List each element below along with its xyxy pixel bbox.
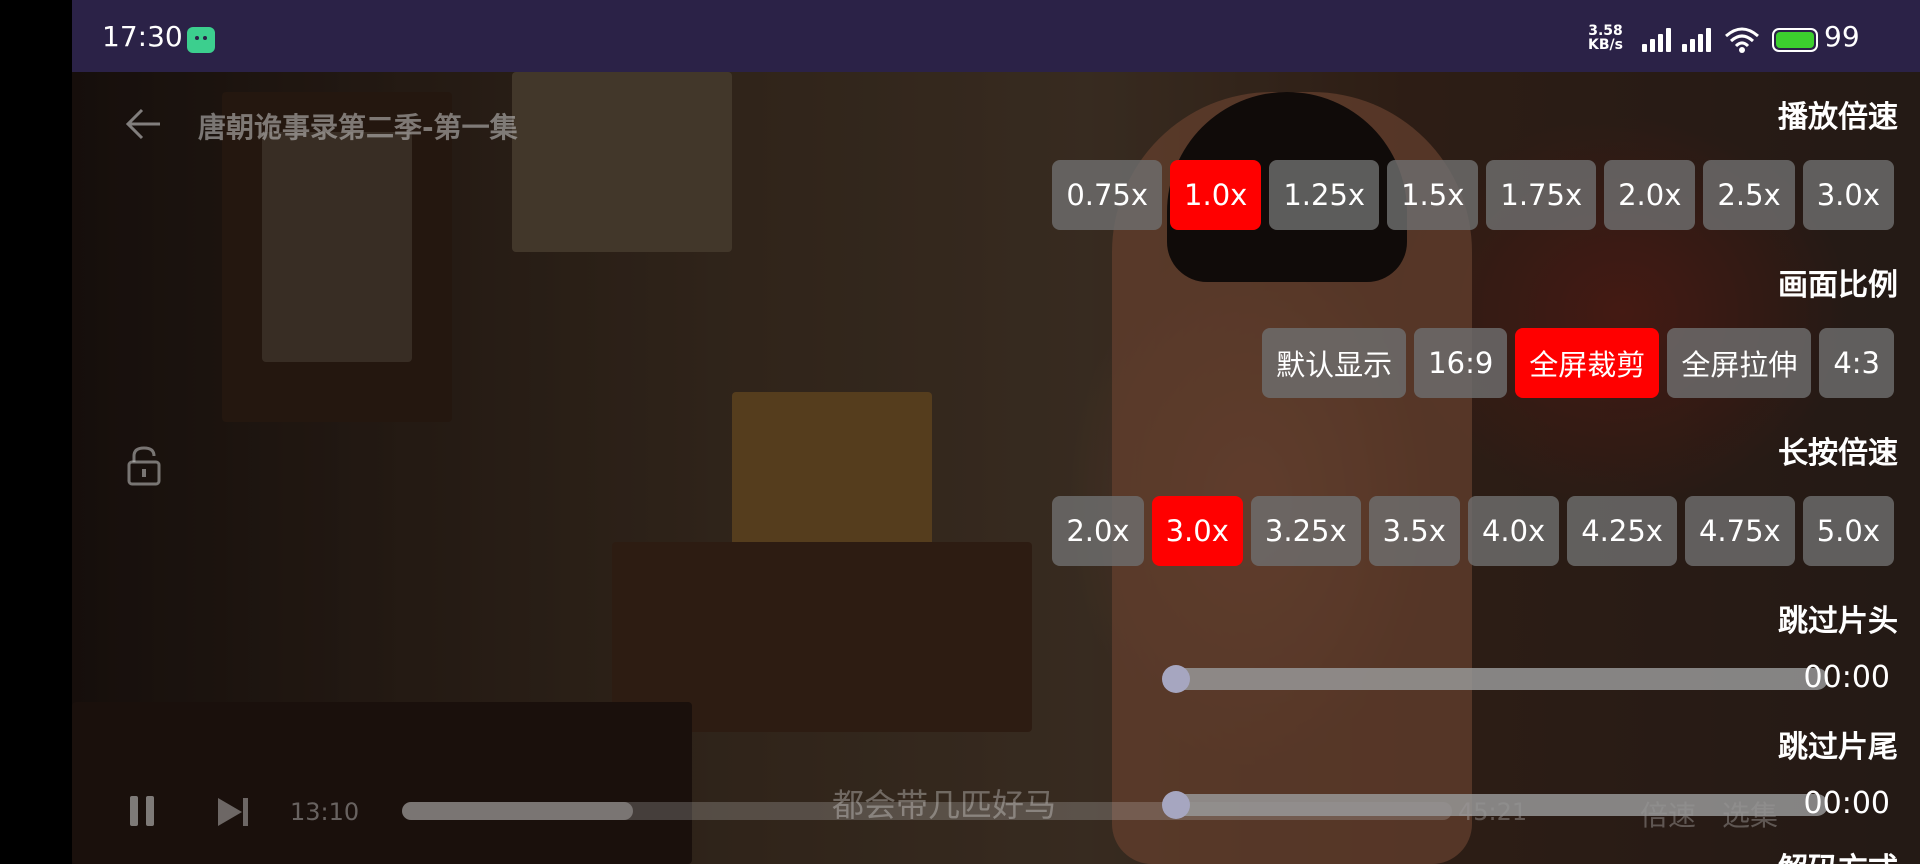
app-notification-icon: [187, 27, 215, 53]
long_press_speed-option[interactable]: 4.75x: [1684, 496, 1795, 566]
decoder-title: 解码方式: [1778, 844, 1898, 864]
player-screen: { "status_bar": { "time": "17:30", "net_…: [0, 0, 1920, 864]
long-press-speed-options: 2.0x 3.0x 3.25x 3.5x 4.0x 4.25x 4.75x 5.0x: [1052, 496, 1894, 566]
aspect_ratio-option[interactable]: 16:9: [1414, 328, 1508, 398]
skip-intro-value: 00:00: [1803, 660, 1890, 695]
long-press-speed-title: 长按倍速: [1778, 436, 1898, 471]
aspect_ratio-option[interactable]: 全屏拉伸: [1667, 328, 1812, 398]
subtitle-text: 都会带几匹好马: [832, 786, 1057, 824]
long_press_speed-option[interactable]: 3.0x: [1151, 496, 1243, 566]
network-speed-unit: KB/s: [1588, 37, 1623, 53]
playback_speed-option[interactable]: 1.75x: [1486, 160, 1597, 230]
back-arrow-icon[interactable]: [124, 104, 164, 144]
status-bar: 17:30 3.58 KB/s 99: [72, 0, 1920, 72]
playback-speed-options: 0.75x 1.0x 1.25x 1.5x 1.75x 2.0x 2.5x 3.0x: [1052, 160, 1894, 230]
long_press_speed-option[interactable]: 4.25x: [1567, 496, 1677, 566]
skip-outro-title: 跳过片尾: [1778, 730, 1898, 765]
battery-level: [1776, 32, 1814, 48]
long_press_speed-option[interactable]: 4.0x: [1467, 496, 1560, 566]
unlock-icon[interactable]: [124, 444, 164, 488]
video-surface[interactable]: 唐朝诡事录第二季-第一集 13:10 都会带几匹好马 45:21 倍速 选集 播…: [72, 72, 1920, 864]
aspect_ratio-option[interactable]: 默认显示: [1262, 328, 1407, 398]
skip-outro-slider-handle[interactable]: [1162, 791, 1190, 819]
playback_speed-option[interactable]: 2.0x: [1604, 160, 1696, 230]
battery-percent: 99: [1824, 20, 1860, 53]
long_press_speed-option[interactable]: 2.0x: [1052, 496, 1144, 566]
playback_speed-option[interactable]: 3.0x: [1802, 160, 1894, 230]
status-time: 17:30: [102, 20, 183, 53]
playback-speed-title: 播放倍速: [1778, 100, 1898, 135]
playback_speed-option[interactable]: 1.25x: [1269, 160, 1380, 230]
current-time: 13:10: [290, 798, 360, 826]
cellular-signal-2-icon: [1682, 26, 1718, 52]
screen-edge-black: [0, 0, 72, 864]
network-speed-value: 3.58: [1588, 23, 1623, 39]
playback_speed-option[interactable]: 1.5x: [1387, 160, 1479, 230]
aspect_ratio-option[interactable]: 4:3: [1819, 328, 1894, 398]
network-speed: 3.58 KB/s: [1588, 24, 1623, 52]
long_press_speed-option[interactable]: 5.0x: [1802, 496, 1894, 566]
battery-icon: [1772, 28, 1818, 52]
aspect_ratio-option[interactable]: 全屏裁剪: [1515, 328, 1660, 398]
skip-intro-slider-handle[interactable]: [1162, 665, 1190, 693]
aspect-ratio-options: 默认显示 16:9 全屏裁剪 全屏拉伸 4:3: [1262, 328, 1894, 398]
playback_speed-option[interactable]: 2.5x: [1703, 160, 1795, 230]
skip-intro-title: 跳过片头: [1778, 604, 1898, 639]
skip-outro-value: 00:00: [1803, 786, 1890, 821]
video-title: 唐朝诡事录第二季-第一集: [198, 111, 518, 144]
skip-intro-slider[interactable]: [1162, 665, 1828, 693]
next-episode-icon[interactable]: [212, 794, 252, 830]
cellular-signal-icon: [1642, 26, 1678, 52]
pause-icon[interactable]: [128, 796, 158, 828]
aspect-ratio-title: 画面比例: [1778, 268, 1898, 303]
long_press_speed-option[interactable]: 3.25x: [1250, 496, 1361, 566]
wifi-icon: [1725, 27, 1759, 53]
playback_speed-option[interactable]: 0.75x: [1052, 160, 1163, 230]
long_press_speed-option[interactable]: 3.5x: [1368, 496, 1460, 566]
skip-outro-slider[interactable]: [1162, 791, 1828, 819]
playback_speed-option[interactable]: 1.0x: [1170, 160, 1262, 230]
seek-bar-progress: [402, 802, 633, 820]
